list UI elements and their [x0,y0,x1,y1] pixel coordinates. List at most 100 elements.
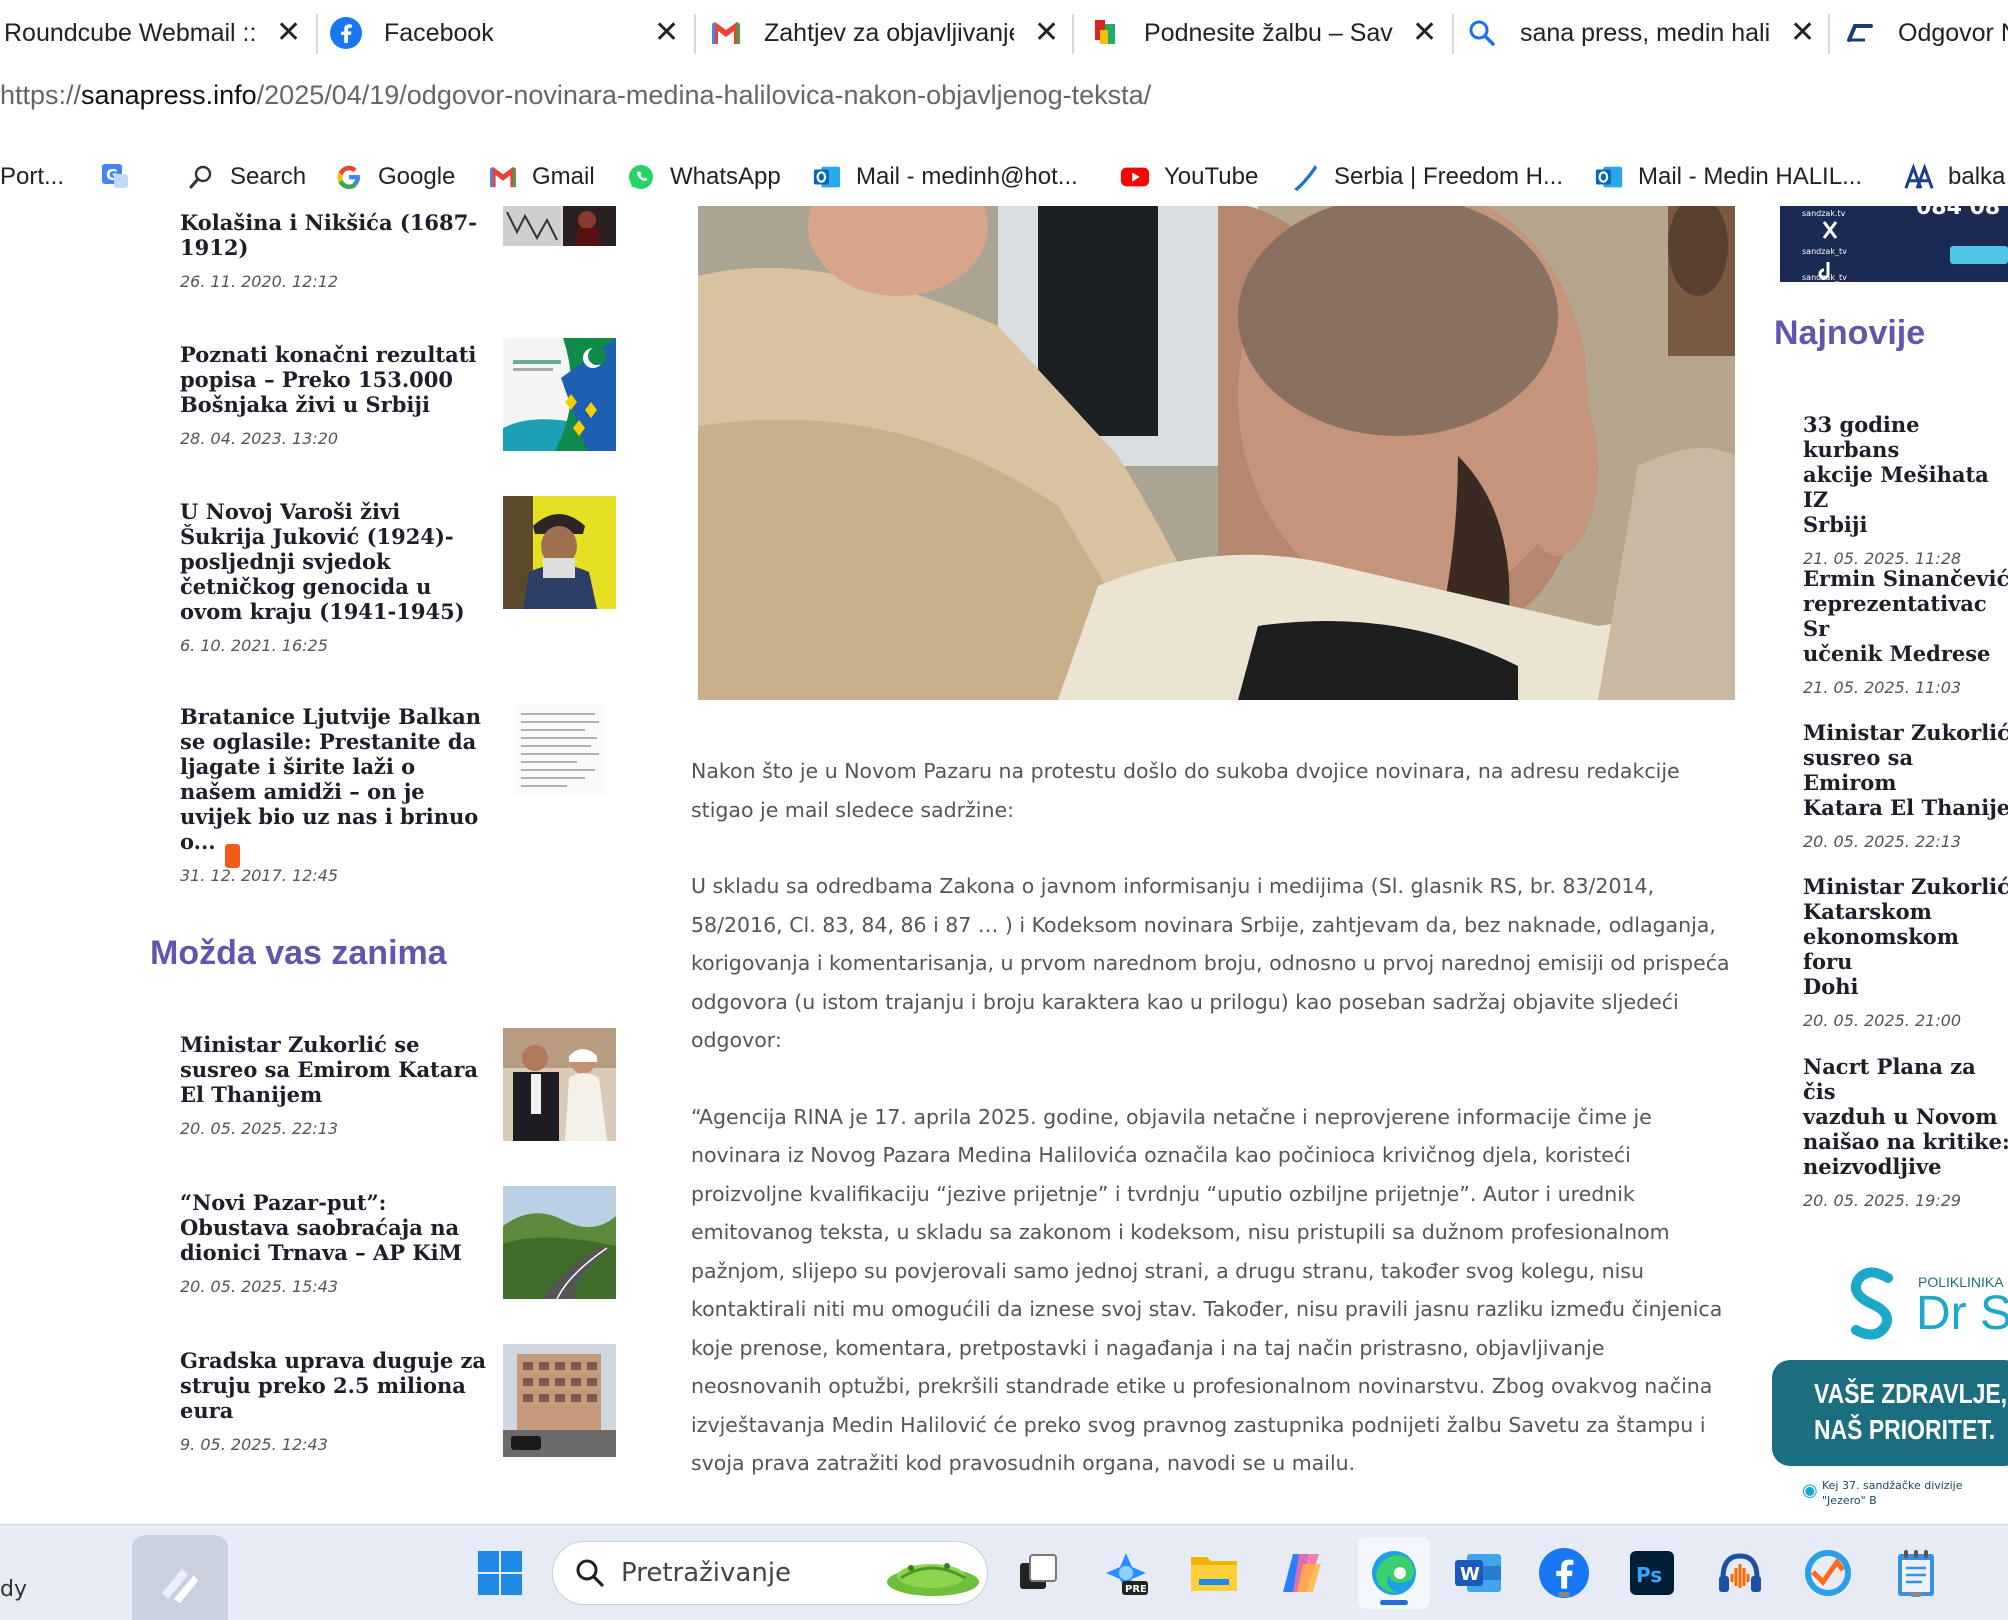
audacity-icon[interactable] [1712,1545,1768,1601]
bookmark-search[interactable]: Search [186,152,306,202]
list-item[interactable]: Ministar Zukorlić susreo sa Emirom Katar… [1803,720,2008,851]
tab-facebook[interactable]: Facebook ✕ [330,0,680,66]
file-explorer-icon[interactable] [1186,1545,1242,1601]
article-link-title[interactable]: Poznati konačni rezultati popisa – Preko… [180,342,500,417]
tab-title: sana press, medin halilo [1520,18,1770,47]
gmail-icon [488,162,518,192]
aa-icon [1904,162,1934,192]
bookmark-google[interactable]: Google [334,152,455,202]
article-link-title[interactable]: Kolašina i Nikšića (1687-1912) [180,210,480,260]
tab-gmail[interactable]: Zahtjev za objavljivanje ✕ [710,0,1060,66]
article-link-title[interactable]: Ermin Sinančević reprezentativac Sr učen… [1803,566,2008,666]
list-item[interactable]: Ermin Sinančević reprezentativac Sr učen… [1803,566,2008,697]
list-item[interactable]: “Novi Pazar-put”: Obustava saobraćaja na… [180,1190,500,1296]
clinic-slogan-box: VAŠE ZDRAVLJE, NAŠ PRIORITET. [1772,1360,2008,1466]
tab-close-icon[interactable]: ✕ [1412,16,1437,50]
section-heading-mozda: Možda vas zanima [150,934,447,972]
windows-start-icon[interactable] [472,1545,528,1601]
task-view-icon[interactable] [1010,1545,1066,1601]
tab-close-icon[interactable]: ✕ [276,16,301,50]
facebook-icon[interactable] [1536,1545,1592,1601]
bookmark-translate[interactable]: G [100,152,144,202]
title-line: susreo sa Emirom [1803,745,1914,795]
article-thumbnail[interactable] [503,1028,616,1141]
list-item[interactable]: 33 godine kurbans akcije Mešihata IZ Srb… [1803,412,2008,568]
social-handle-top: sandzak.tv [1802,209,1846,218]
article-link-title[interactable]: Gradska uprava duguje za struju preko 2.… [180,1348,490,1423]
clinic-ad[interactable]: POLIKLINIKA I Dr S VAŠE ZDRAVLJE, NAŠ PR… [1772,1256,2008,1524]
article-link-title[interactable]: Ministar Zukorlić se susreo sa Emirom Ka… [180,1032,490,1107]
vpn-icon[interactable] [1800,1545,1856,1601]
bookmark-portal[interactable]: Port... [0,152,64,202]
copilot-pre-icon[interactable]: PRE [1098,1545,1154,1601]
clinic-address-line: "Jezero" B [1822,1494,1877,1507]
tab-close-icon[interactable]: ✕ [654,16,679,50]
list-item[interactable]: U Novoj Varoši živi Šukrija Juković (192… [180,499,480,655]
tab-title: Roundcube Webmail :: I [4,18,256,47]
tab-search[interactable]: sana press, medin halilo ✕ [1466,0,1816,66]
x-logo-icon [1822,221,1838,239]
url-prefix: https:// [0,80,82,110]
clinic-brand: Dr S [1916,1287,2008,1340]
article-link-title[interactable]: Bratanice Ljutvije Balkan se oglasile: P… [180,704,490,854]
social-banner[interactable]: sandzak.tv sandzak_tv sandzak_tv 084 08 [1780,206,2008,282]
article-link-title[interactable]: 33 godine kurbans akcije Mešihata IZ Srb… [1803,412,2008,537]
tab-savet[interactable]: Podnesite žalbu – Savet ✕ [1090,0,1440,66]
article-thumbnail[interactable] [515,704,605,796]
clinic-slogan-1: VAŠE ZDRAVLJE, [1814,1378,2008,1409]
address-bar[interactable]: https://sanapress.info/2025/04/19/odgovo… [0,80,1151,136]
list-item[interactable]: Ministar Zukorlić Katarskom ekonomskom f… [1803,874,2008,1030]
bookmark-whatsapp[interactable]: WhatsApp [626,152,781,202]
article-thumbnail[interactable] [503,496,616,609]
edge-icon[interactable] [1358,1537,1430,1609]
tab-title: Facebook [384,18,494,47]
list-item[interactable]: Gradska uprava duguje za struju preko 2.… [180,1348,490,1454]
article-thumbnail[interactable] [503,1186,616,1299]
word-icon[interactable]: W [1450,1545,1506,1601]
tab-sanapress[interactable]: Odgovor N [1844,0,2008,66]
photoshop-icon[interactable]: Ps [1624,1545,1680,1601]
article-link-title[interactable]: “Novi Pazar-put”: Obustava saobraćaja na… [180,1190,500,1265]
article-date: 21. 05. 2025. 11:03 [1803,678,1962,697]
article-thumbnail[interactable] [503,206,616,246]
tab-separator [1828,14,1830,54]
title-line: vazduh u Novom [1803,1104,1998,1129]
article-link-title[interactable]: Ministar Zukorlić susreo sa Emirom Katar… [1803,720,2008,820]
article-date: 20. 05. 2025. 21:00 [1803,1011,1962,1030]
article-link-title[interactable]: Nacrt Plana za čis vazduh u Novom naišao… [1803,1054,2008,1179]
sanapress-icon [1844,17,1876,49]
article-thumbnail[interactable] [503,338,616,451]
bookmark-label: YouTube [1164,163,1259,190]
title-line: 33 godine kurbans [1803,412,1920,462]
bookmark-label: balka [1948,163,2006,190]
tab-close-icon[interactable]: ✕ [1034,16,1059,50]
url-host: sanapress.info [81,80,257,110]
facebook-icon [330,17,362,49]
copilot-icon[interactable] [1274,1545,1330,1601]
list-item[interactable]: Kolašina i Nikšića (1687-1912) 26. 11. 2… [180,210,480,291]
bookmark-freedom-house[interactable]: Serbia | Freedom H... [1290,152,1563,202]
tab-roundcube[interactable]: Roundcube Webmail :: I ✕ [4,0,304,66]
search-icon [576,1559,604,1587]
bookmark-youtube[interactable]: YouTube [1120,152,1258,202]
article-thumbnail[interactable] [503,1344,616,1457]
list-item[interactable]: Poznati konačni rezultati popisa – Preko… [180,342,500,448]
tab-title: Zahtjev za objavljivanje [764,18,1014,47]
tab-close-icon[interactable]: ✕ [1790,16,1815,50]
list-item[interactable]: Ministar Zukorlić se susreo sa Emirom Ka… [180,1032,490,1138]
widgets-icon[interactable] [132,1535,228,1620]
outlook-icon [1594,162,1624,192]
article-hero-image [698,206,1735,700]
article-link-title[interactable]: Ministar Zukorlić Katarskom ekonomskom f… [1803,874,2008,999]
article-link-title[interactable]: U Novoj Varoši živi Šukrija Juković (192… [180,499,480,624]
bookmark-label: Search [230,163,307,190]
search-icon [186,162,216,192]
notepad-icon[interactable] [1888,1545,1944,1601]
bookmark-gmail[interactable]: Gmail [488,152,595,202]
article-date: 6. 10. 2021. 16:25 [180,636,328,655]
bookmark-mail-hotmail[interactable]: Mail - medinh@hot... [812,152,1078,202]
list-item[interactable]: Nacrt Plana za čis vazduh u Novom naišao… [1803,1054,2008,1210]
bookmark-balkan[interactable]: balka [1904,152,2005,202]
taskbar-search-box[interactable]: Pretraživanje [552,1541,988,1605]
bookmark-mail-medin[interactable]: Mail - Medin HALIL... [1594,152,1862,202]
